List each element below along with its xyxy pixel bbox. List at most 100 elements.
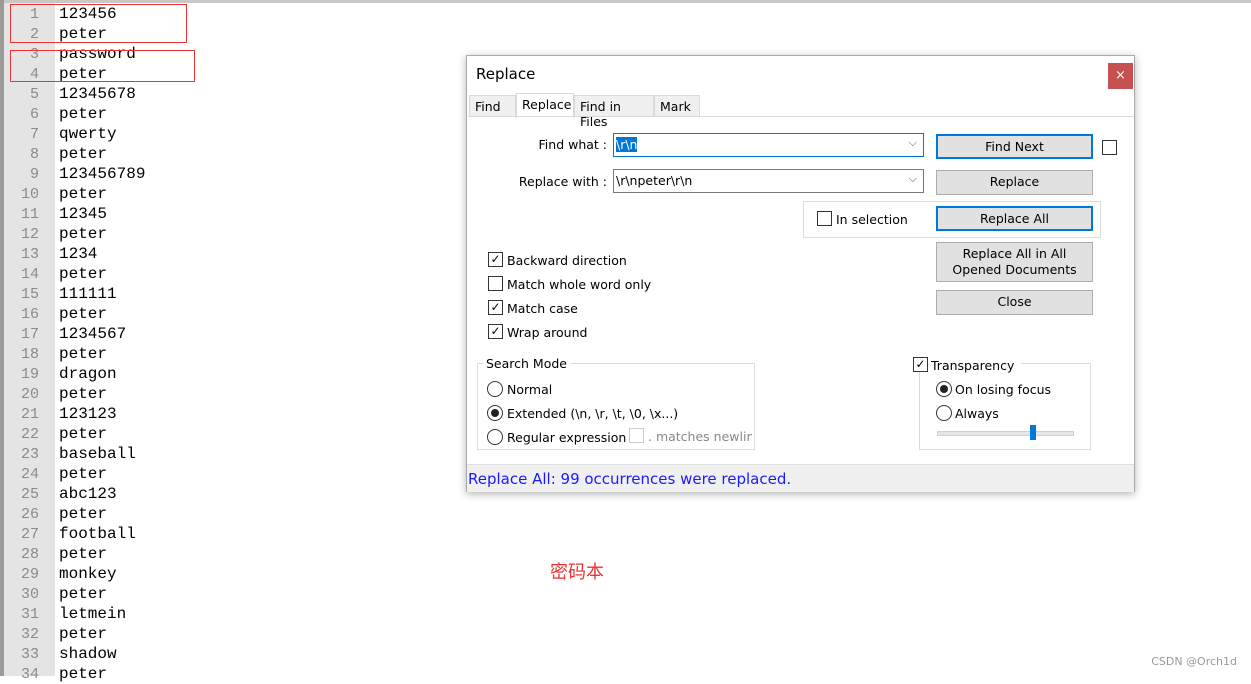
editor-line[interactable]: 22 peter [4,424,145,444]
line-text: 12345678 [59,85,136,103]
normal-radio[interactable] [487,381,503,397]
line-number: 25 [20,485,39,503]
line-text: abc123 [59,485,117,503]
editor-line[interactable]: 8 peter [4,144,145,164]
transparency-label: Transparency [931,358,1015,373]
editor-line[interactable]: 20 peter [4,384,145,404]
line-number: 11 [20,205,39,223]
search-mode-title: Search Mode [483,356,570,371]
editor-line[interactable]: 13 1234 [4,244,145,264]
editor-line[interactable]: 21 123123 [4,404,145,424]
line-text: baseball [59,445,136,463]
close-button[interactable]: Close [936,290,1093,315]
editor-line[interactable]: 9 123456789 [4,164,145,184]
on-losing-focus-radio[interactable] [936,381,952,397]
always-radio[interactable] [936,405,952,421]
editor-line[interactable]: 11 12345 [4,204,145,224]
editor-line[interactable]: 18 peter [4,344,145,364]
editor-line[interactable]: 24 peter [4,464,145,484]
chevron-down-icon[interactable]: ⌵ [909,136,917,150]
tab-find[interactable]: Find [469,95,516,117]
replace-with-input[interactable]: \r\npeter\r\n ⌵ [613,169,924,193]
editor-line[interactable]: 16 peter [4,304,145,324]
editor-line[interactable]: 33 shadow [4,644,145,664]
backward-direction-checkbox[interactable]: ✓ [488,252,503,267]
chevron-down-icon[interactable]: ⌵ [909,172,917,186]
line-number: 31 [20,605,39,623]
line-number: 10 [20,185,39,203]
transparency-slider-thumb[interactable] [1030,425,1036,440]
find-what-input[interactable]: \r\n ⌵ [613,133,924,157]
line-number: 33 [20,645,39,663]
wrap-around-label: Wrap around [507,325,588,340]
editor-line[interactable]: 27 football [4,524,145,544]
tab-replace[interactable]: Replace [516,93,574,118]
editor-line[interactable]: 32 peter [4,624,145,644]
normal-label: Normal [507,382,553,397]
find-next-option-checkbox[interactable] [1102,140,1117,155]
close-icon[interactable]: × [1108,63,1133,89]
line-text: football [59,525,136,543]
editor-line[interactable]: 23 baseball [4,444,145,464]
replace-with-label: Replace with : [518,174,607,189]
highlight-box [10,50,195,82]
line-number: 22 [20,425,39,443]
tab-mark[interactable]: Mark [654,95,700,117]
line-text: 1234567 [59,325,127,343]
transparency-slider[interactable] [937,431,1074,436]
editor-line[interactable]: 6 peter [4,104,145,124]
replace-all-opened-button[interactable]: Replace All in All Opened Documents [936,242,1093,282]
line-number: 13 [20,245,39,263]
in-selection-checkbox[interactable] [817,211,832,226]
editor-line[interactable]: 25 abc123 [4,484,145,504]
line-text: peter [59,585,108,603]
backward-direction-label: Backward direction [507,253,627,268]
editor-line[interactable]: 17 1234567 [4,324,145,344]
editor-line[interactable]: 10 peter [4,184,145,204]
line-text: peter [59,185,108,203]
extended-label: Extended (\n, \r, \t, \0, \x...) [507,406,679,421]
editor-line[interactable]: 15 111111 [4,284,145,304]
tab-find-in-files[interactable]: Find in Files [574,95,654,129]
matches-newline-checkbox[interactable] [629,428,644,443]
replace-button[interactable]: Replace [936,170,1093,195]
editor-line[interactable]: 34 peter [4,664,145,684]
line-number: 8 [29,145,39,163]
editor-line[interactable]: 26 peter [4,504,145,524]
editor-line[interactable]: 29 monkey [4,564,145,584]
match-whole-word-checkbox[interactable] [488,276,503,291]
line-text: 1234 [59,245,98,263]
line-text: dragon [59,365,117,383]
status-message: Replace All: 99 occurrences were replace… [467,464,1134,492]
editor-line[interactable]: 30 peter [4,584,145,604]
editor-line[interactable]: 31 letmein [4,604,145,624]
find-what-value: \r\n [616,137,638,152]
editor-line[interactable]: 5 12345678 [4,84,145,104]
find-next-button[interactable]: Find Next [936,134,1093,159]
editor-line[interactable]: 12 peter [4,224,145,244]
line-number: 20 [20,385,39,403]
line-number: 7 [29,125,39,143]
editor-line[interactable]: 28 peter [4,544,145,564]
editor-line[interactable]: 19 dragon [4,364,145,384]
line-number: 14 [20,265,39,283]
transparency-checkbox[interactable]: ✓ [913,357,928,372]
line-text: peter [59,305,108,323]
line-number: 30 [20,585,39,603]
line-text: qwerty [59,125,117,143]
line-text: peter [59,345,108,363]
always-label: Always [955,406,999,421]
editor-line[interactable]: 7 qwerty [4,124,145,144]
replace-with-value: \r\npeter\r\n [616,173,693,188]
match-case-checkbox[interactable]: ✓ [488,300,503,315]
line-text: peter [59,425,108,443]
editor-line[interactable]: 14 peter [4,264,145,284]
replace-all-button[interactable]: Replace All [936,206,1093,231]
line-text: letmein [59,605,127,623]
editor-text[interactable]: 1 123456 2 peter 3 password 4 peter 5 12345678 6 pe… [4,4,145,684]
extended-radio[interactable] [487,405,503,421]
line-number: 34 [20,665,39,683]
regex-radio[interactable] [487,429,503,445]
wrap-around-checkbox[interactable]: ✓ [488,324,503,339]
line-number: 28 [20,545,39,563]
